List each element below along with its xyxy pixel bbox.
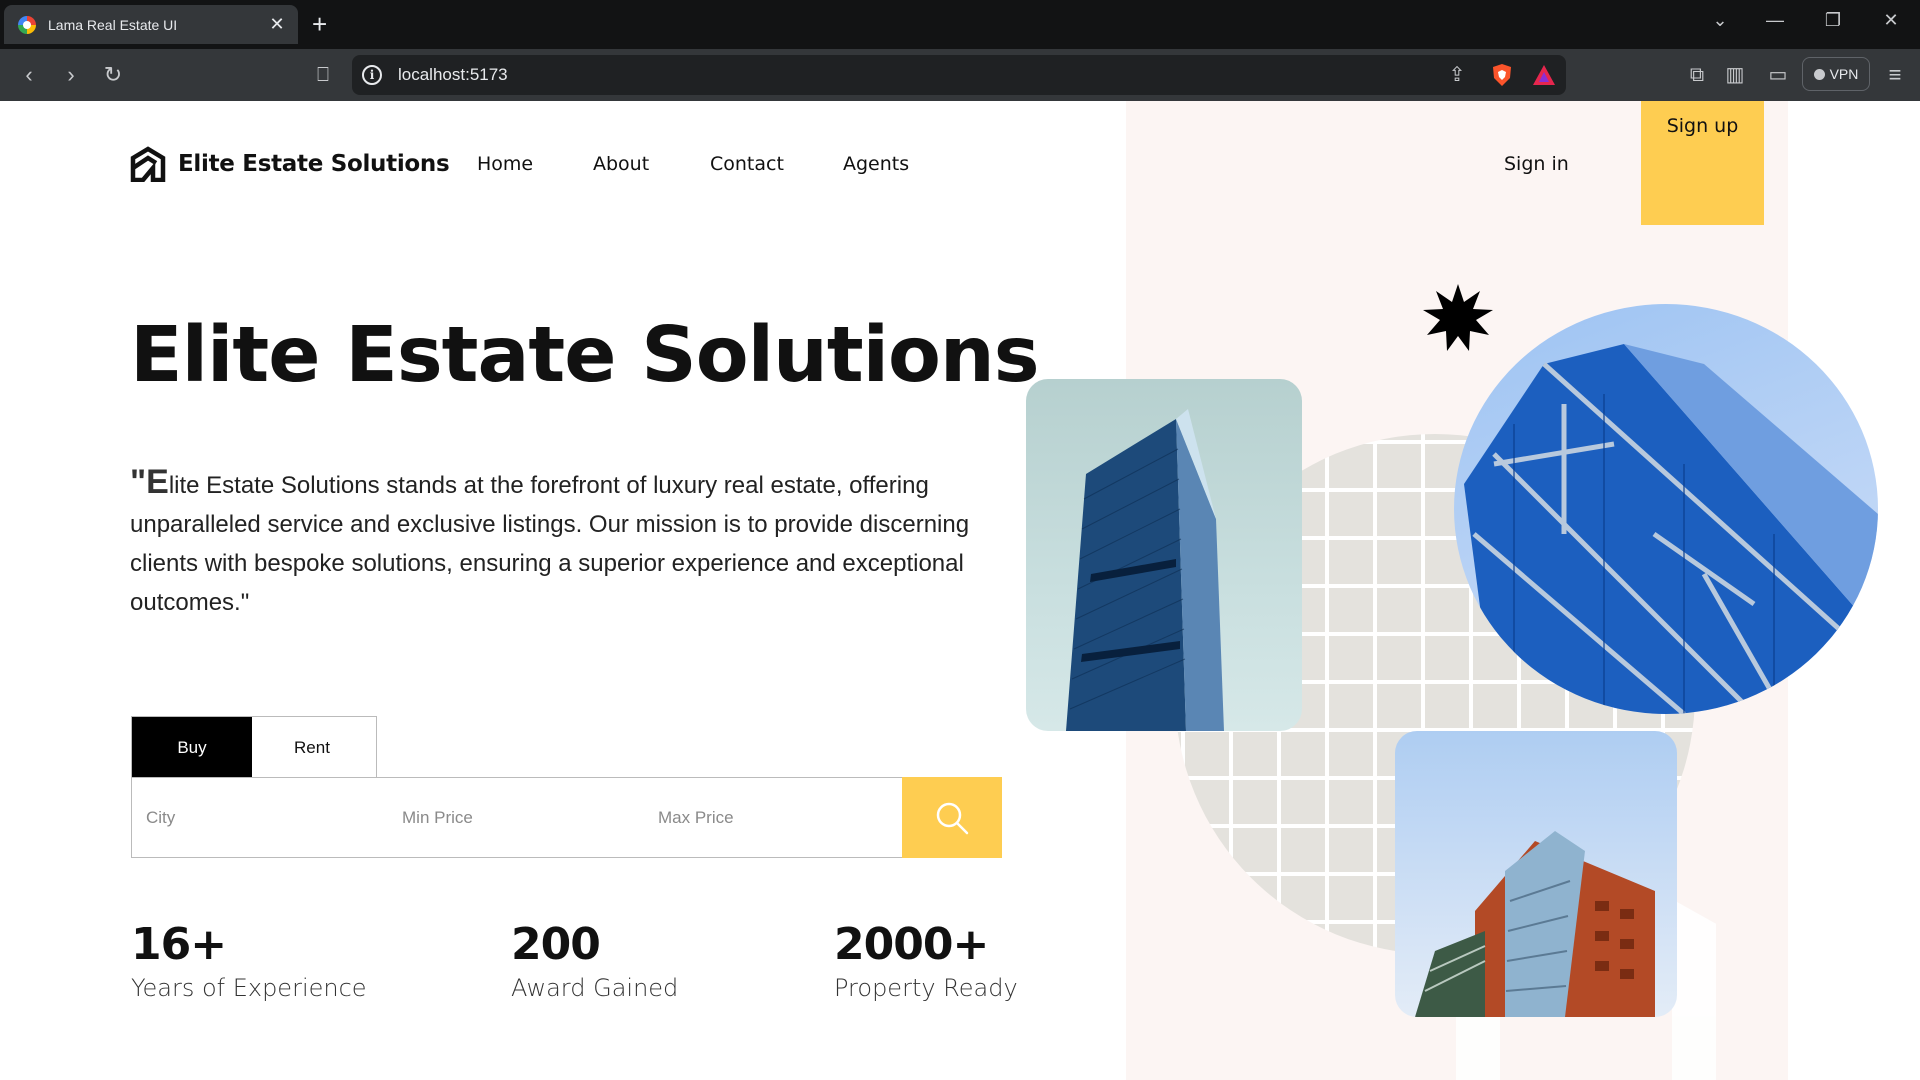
brick-building-image xyxy=(1395,731,1677,1017)
search-button[interactable] xyxy=(902,777,1002,858)
vpn-status-icon xyxy=(1813,68,1825,80)
min-price-input[interactable]: Min Price xyxy=(388,778,644,857)
restore-icon[interactable]: ❐ xyxy=(1813,10,1853,31)
min-price-placeholder: Min Price xyxy=(402,807,473,827)
brand-name: Elite Estate Solutions xyxy=(178,151,450,177)
max-price-placeholder: Max Price xyxy=(658,807,734,827)
minimize-icon[interactable]: — xyxy=(1755,10,1795,31)
url-text[interactable]: localhost:5173 xyxy=(398,65,508,85)
site-info-icon[interactable]: i xyxy=(362,65,382,85)
share-icon[interactable]: ⇪ xyxy=(1444,62,1470,88)
brave-shield-icon[interactable] xyxy=(1491,63,1513,87)
back-icon[interactable]: ‹ xyxy=(16,62,42,88)
nav-contact[interactable]: Contact xyxy=(710,153,784,175)
quote-text: lite Estate Solutions stands at the fore… xyxy=(130,472,970,616)
stat-awards: 200 Award Gained xyxy=(511,919,678,1002)
window-close-icon[interactable]: ✕ xyxy=(1871,10,1911,31)
sign-up-button[interactable]: Sign up xyxy=(1641,101,1764,225)
quote-dropcap: E xyxy=(146,463,169,501)
stat-label: Property Ready xyxy=(834,974,1018,1002)
tab-search-chevron-icon[interactable]: ⌄ xyxy=(1700,10,1740,31)
stat-label: Award Gained xyxy=(511,974,679,1002)
sign-in-link[interactable]: Sign in xyxy=(1504,153,1569,175)
search-type-tabs: Buy Rent xyxy=(131,716,377,778)
city-placeholder: City xyxy=(146,807,176,827)
browser-toolbar: ‹ › ↻ ⎕ i localhost:5173 ⇪ ⧉ ▥ ▭ VPN ≡ xyxy=(0,49,1920,101)
sidebar-icon[interactable]: ▥ xyxy=(1722,62,1748,88)
reload-icon[interactable]: ↻ xyxy=(100,62,126,88)
nav-home[interactable]: Home xyxy=(477,153,533,175)
logo-icon xyxy=(130,146,166,182)
stat-experience: 16+ Years of Experience xyxy=(131,919,367,1002)
close-tab-icon[interactable]: ✕ xyxy=(266,14,288,35)
favicon-icon xyxy=(18,15,36,34)
brave-rewards-icon[interactable] xyxy=(1532,64,1556,86)
city-input[interactable]: City xyxy=(132,778,388,857)
glass-building-image xyxy=(1454,304,1878,714)
max-price-input[interactable]: Max Price xyxy=(644,778,900,857)
hero-title: Elite Estate Solutions xyxy=(130,311,1040,400)
address-bar[interactable]: i localhost:5173 ⇪ xyxy=(352,55,1566,95)
forward-icon[interactable]: › xyxy=(58,62,84,88)
menu-icon[interactable]: ≡ xyxy=(1882,62,1908,88)
search-icon xyxy=(936,802,969,834)
vpn-button[interactable]: VPN xyxy=(1802,57,1870,91)
stat-value: 16+ xyxy=(131,919,227,970)
bookmark-icon[interactable]: ⎕ xyxy=(310,62,336,88)
page: Elite Estate Solutions Home About Contac… xyxy=(0,101,1920,1080)
starburst-icon xyxy=(1423,284,1493,351)
stat-value: 2000+ xyxy=(834,919,989,970)
stat-label: Years of Experience xyxy=(131,974,367,1002)
wallet-icon[interactable]: ▭ xyxy=(1765,62,1791,88)
browser-tab-strip: Lama Real Estate UI ✕ + ⌄ — ❐ ✕ xyxy=(0,0,1920,49)
browser-tab[interactable]: Lama Real Estate UI ✕ xyxy=(4,5,298,44)
stat-value: 200 xyxy=(511,919,601,970)
extensions-icon[interactable]: ⧉ xyxy=(1684,62,1710,88)
tab-buy[interactable]: Buy xyxy=(132,717,252,778)
hero-description: "Elite Estate Solutions stands at the fo… xyxy=(130,463,980,622)
vpn-label: VPN xyxy=(1829,66,1859,82)
stat-properties: 2000+ Property Ready xyxy=(834,919,1018,1002)
sign-up-label: Sign up xyxy=(1666,115,1739,137)
nav-agents[interactable]: Agents xyxy=(843,153,909,175)
skyscraper-image xyxy=(1026,379,1302,731)
search-form: City Min Price Max Price xyxy=(131,777,1002,858)
new-tab-button[interactable]: + xyxy=(312,10,327,38)
tab-title: Lama Real Estate UI xyxy=(48,16,178,33)
quote-open-mark: " xyxy=(130,463,147,501)
brand-logo[interactable]: Elite Estate Solutions xyxy=(130,146,450,182)
tab-rent[interactable]: Rent xyxy=(252,717,372,778)
nav-about[interactable]: About xyxy=(593,153,649,175)
